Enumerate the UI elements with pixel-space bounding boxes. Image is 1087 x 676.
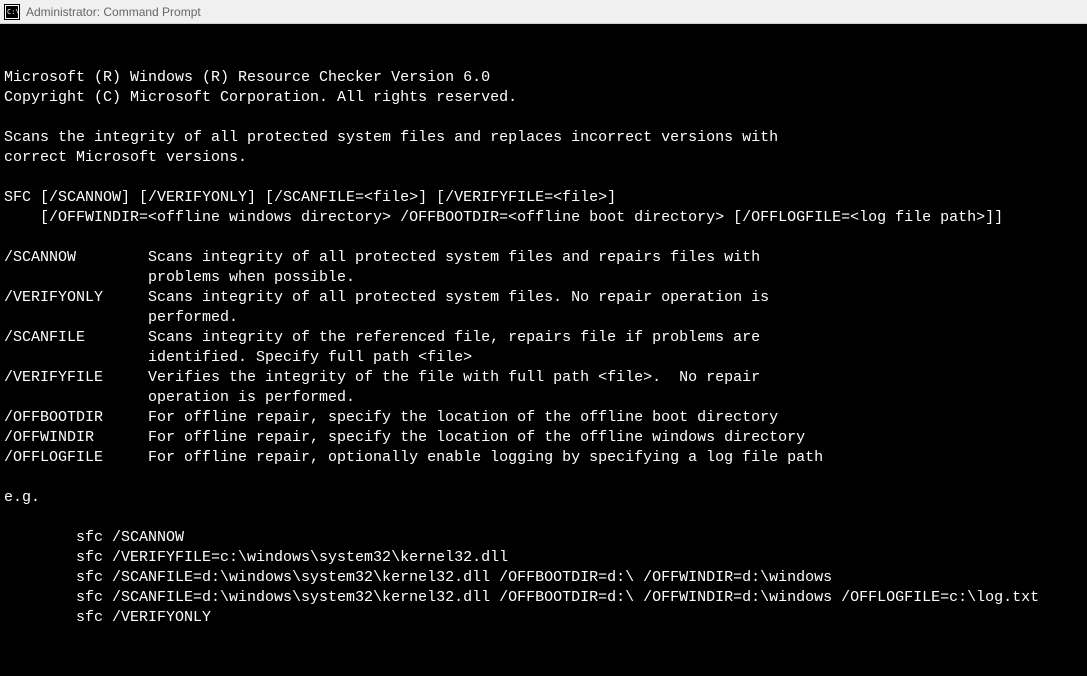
svg-text:C:\: C:\ xyxy=(7,8,20,16)
terminal-area[interactable]: Microsoft (R) Windows (R) Resource Check… xyxy=(0,24,1087,676)
output-line: Scans the integrity of all protected sys… xyxy=(4,128,1083,148)
output-line xyxy=(4,168,1083,188)
output-line: [/OFFWINDIR=<offline windows directory> … xyxy=(4,208,1083,228)
output-line: sfc /SCANFILE=d:\windows\system32\kernel… xyxy=(4,588,1083,608)
output-line: performed. xyxy=(4,308,1083,328)
output-line: /VERIFYFILE Verifies the integrity of th… xyxy=(4,368,1083,388)
output-line: /VERIFYONLY Scans integrity of all prote… xyxy=(4,288,1083,308)
output-line: sfc /SCANFILE=d:\windows\system32\kernel… xyxy=(4,568,1083,588)
terminal-output: Microsoft (R) Windows (R) Resource Check… xyxy=(4,68,1083,648)
titlebar[interactable]: C:\ Administrator: Command Prompt xyxy=(0,0,1087,24)
output-line: Copyright (C) Microsoft Corporation. All… xyxy=(4,88,1083,108)
output-line xyxy=(4,508,1083,528)
output-line: e.g. xyxy=(4,488,1083,508)
output-line: identified. Specify full path <file> xyxy=(4,348,1083,368)
output-line: correct Microsoft versions. xyxy=(4,148,1083,168)
output-line: /OFFBOOTDIR For offline repair, specify … xyxy=(4,408,1083,428)
output-line: /OFFWINDIR For offline repair, specify t… xyxy=(4,428,1083,448)
output-line: /SCANFILE Scans integrity of the referen… xyxy=(4,328,1083,348)
output-line: Microsoft (R) Windows (R) Resource Check… xyxy=(4,68,1083,88)
cmd-icon: C:\ xyxy=(4,4,20,20)
output-line xyxy=(4,468,1083,488)
output-line xyxy=(4,228,1083,248)
output-line: SFC [/SCANNOW] [/VERIFYONLY] [/SCANFILE=… xyxy=(4,188,1083,208)
output-line xyxy=(4,108,1083,128)
titlebar-title: Administrator: Command Prompt xyxy=(26,5,201,19)
output-line: sfc /SCANNOW xyxy=(4,528,1083,548)
output-line: operation is performed. xyxy=(4,388,1083,408)
output-line: sfc /VERIFYONLY xyxy=(4,608,1083,628)
output-line: sfc /VERIFYFILE=c:\windows\system32\kern… xyxy=(4,548,1083,568)
output-line: /OFFLOGFILE For offline repair, optional… xyxy=(4,448,1083,468)
output-line: problems when possible. xyxy=(4,268,1083,288)
output-line xyxy=(4,628,1083,648)
output-line: /SCANNOW Scans integrity of all protecte… xyxy=(4,248,1083,268)
